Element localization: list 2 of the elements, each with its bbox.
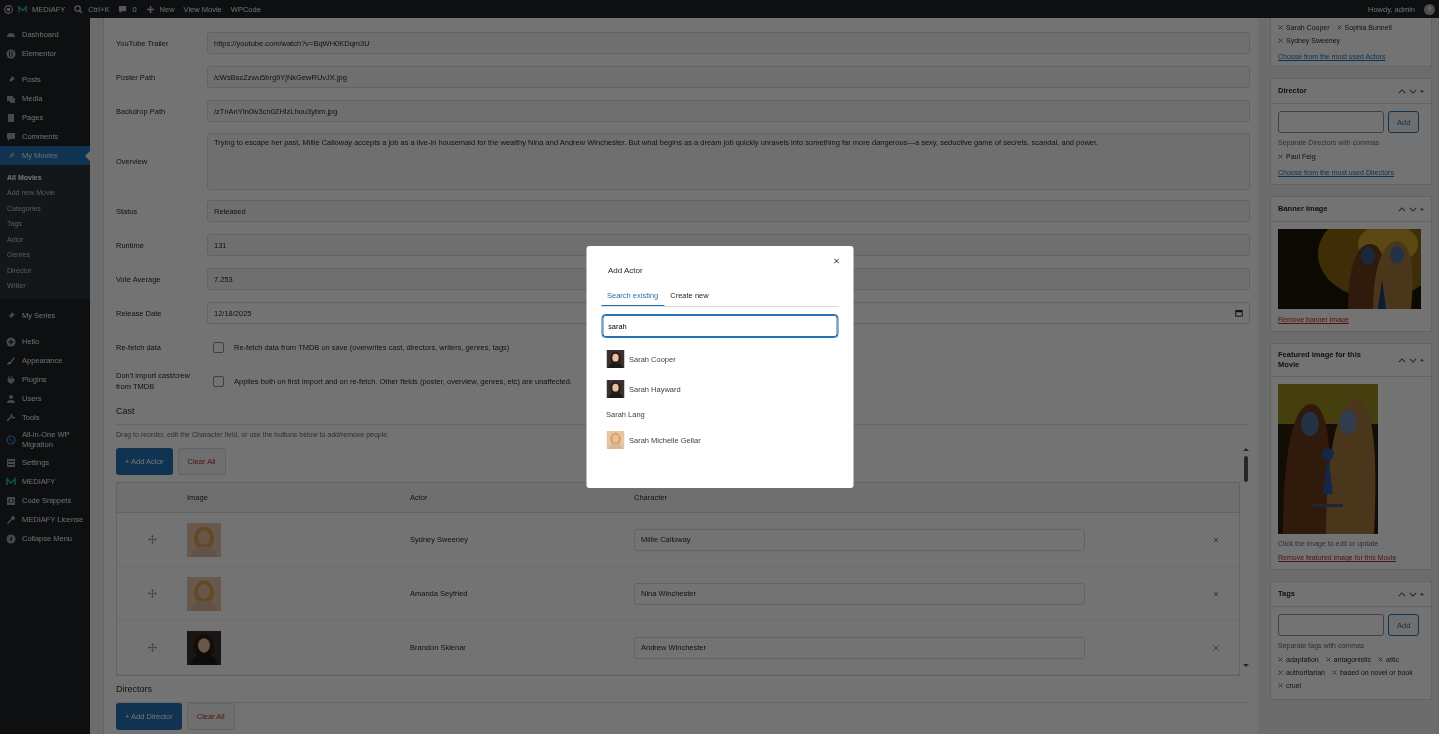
dialog-title: Add Actor — [608, 266, 644, 275]
section-heading: Directors — [116, 684, 1250, 703]
